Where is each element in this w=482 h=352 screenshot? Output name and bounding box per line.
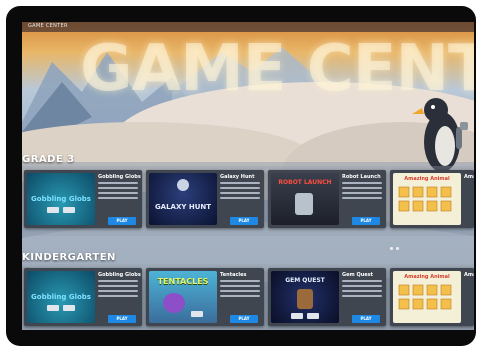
game-title: Robot Launch	[342, 174, 381, 180]
game-title: Amazing Animal	[464, 272, 474, 278]
game-description	[98, 280, 138, 304]
game-card[interactable]: Amazing Animal Amazing Animal	[390, 268, 474, 326]
game-thumbnail[interactable]: Amazing Animal	[393, 271, 461, 323]
game-card[interactable]: Gobbling Globs Gobbling Globs PLAY	[24, 268, 142, 326]
game-card[interactable]: Amazing Animal Amazing Animal	[390, 170, 474, 228]
robot-icon	[295, 193, 313, 215]
spaceship-icon	[177, 179, 189, 191]
game-card[interactable]: TENTACLES Tentacles PLAY	[146, 268, 264, 326]
play-button[interactable]: PLAY	[352, 315, 380, 323]
play-button[interactable]: PLAY	[230, 315, 258, 323]
game-title: Amazing Animal	[464, 174, 474, 180]
section-label-grade-3: GRADE 3	[22, 154, 75, 165]
game-title: Gem Quest	[342, 272, 374, 278]
game-thumbnail[interactable]: Amazing Animal	[393, 173, 461, 225]
game-thumbnail[interactable]: ROBOT LAUNCH	[271, 173, 339, 225]
game-thumbnail[interactable]: GEM QUEST	[271, 271, 339, 323]
game-title: Tentacles	[220, 272, 247, 278]
octopus-icon	[163, 293, 185, 313]
animal-grid-icon	[398, 186, 452, 212]
play-button[interactable]: PLAY	[108, 315, 136, 323]
game-title: Galaxy Hunt	[220, 174, 255, 180]
game-title: Gobbling Globs	[98, 272, 141, 278]
top-bar: GAME CENTER	[22, 22, 474, 32]
game-thumbnail[interactable]: Gobbling Globs	[27, 173, 95, 225]
animal-grid-icon	[398, 284, 452, 310]
game-title: Gobbling Globs	[98, 174, 141, 180]
game-description	[342, 280, 382, 304]
game-card[interactable]: GEM QUEST Gem Quest PLAY	[268, 268, 386, 326]
top-bar-title: GAME CENTER	[28, 23, 68, 29]
play-button[interactable]: PLAY	[352, 217, 380, 225]
play-button[interactable]: PLAY	[230, 217, 258, 225]
game-thumbnail[interactable]: GALAXY HUNT	[149, 173, 217, 225]
game-card[interactable]: ROBOT LAUNCH Robot Launch PLAY	[268, 170, 386, 228]
game-card[interactable]: GALAXY HUNT Galaxy Hunt PLAY	[146, 170, 264, 228]
play-button[interactable]: PLAY	[108, 217, 136, 225]
game-card[interactable]: Gobbling Globs Gobbling Globs PLAY	[24, 170, 142, 228]
game-description	[342, 182, 382, 206]
carousel-dots[interactable]	[390, 235, 402, 254]
game-thumbnail[interactable]: TENTACLES	[149, 271, 217, 323]
game-description	[98, 182, 138, 206]
section-label-kindergarten: KINDERGARTEN	[22, 252, 116, 263]
game-description	[220, 280, 260, 304]
game-thumbnail[interactable]: Gobbling Globs	[27, 271, 95, 323]
treasure-icon	[297, 289, 313, 309]
game-description	[220, 182, 260, 206]
game-center-screen: GAME CENTER GAME CENTER GRADE 3 Gobbling…	[22, 22, 474, 330]
